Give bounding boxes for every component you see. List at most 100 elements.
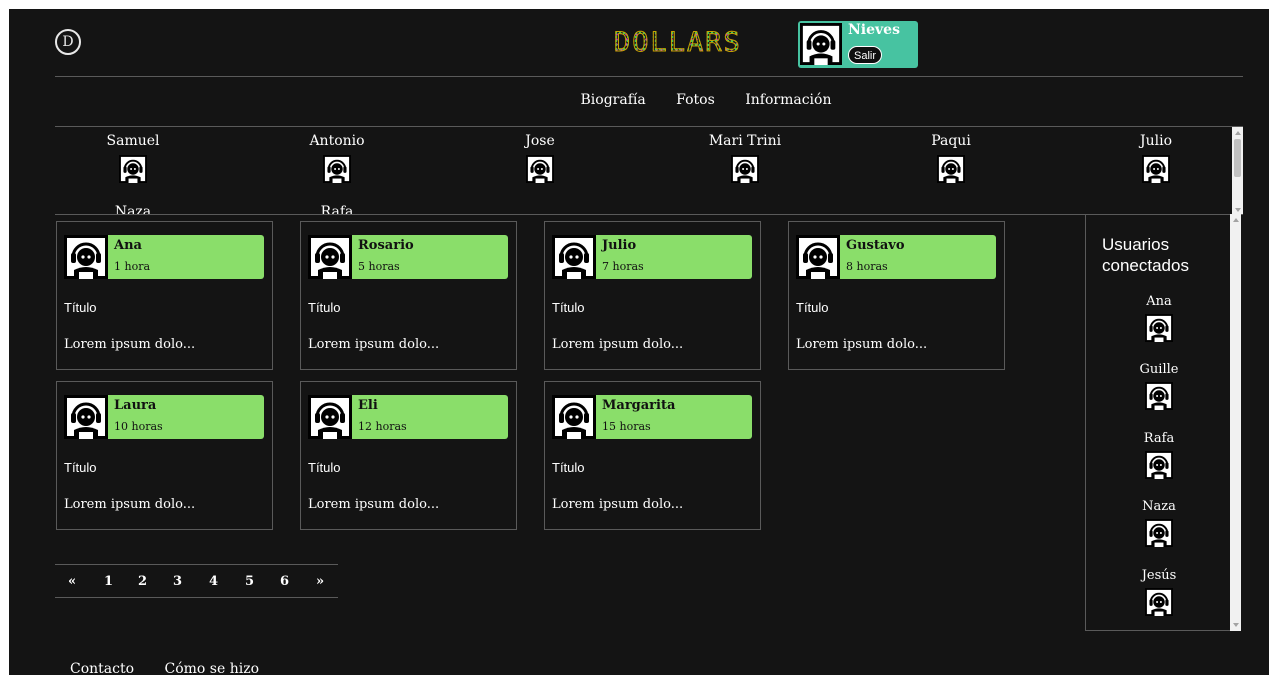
friend-name: Samuel [106, 133, 160, 149]
friend-item[interactable]: Jose [480, 133, 600, 183]
user-avatar-icon [1142, 155, 1170, 183]
online-user[interactable]: Guille [1136, 362, 1182, 410]
friend-item[interactable]: Naza [73, 204, 193, 215]
post-excerpt: Lorem ipsum dolo... [796, 337, 928, 352]
post-author[interactable]: Rosario [358, 238, 414, 253]
user-avatar-icon [1145, 451, 1173, 479]
post-excerpt: Lorem ipsum dolo... [64, 497, 196, 512]
post-card[interactable]: Rosario 5 horas Título Lorem ipsum dolo.… [300, 221, 517, 370]
post-title: Título [308, 300, 341, 315]
post-author[interactable]: Gustavo [846, 238, 905, 253]
scroll-down-icon[interactable] [1233, 623, 1239, 627]
friend-name: Mari Trini [708, 133, 782, 149]
user-avatar-icon [119, 155, 147, 183]
user-avatar-icon [526, 155, 554, 183]
scroll-up-icon[interactable] [1235, 131, 1241, 135]
current-user-name: Nieves [848, 22, 900, 38]
brand-title: DOLLARS [614, 27, 742, 59]
post-excerpt: Lorem ipsum dolo... [64, 337, 196, 352]
user-avatar-icon [323, 155, 351, 183]
user-avatar-icon [1145, 588, 1173, 616]
footer-link-contacto[interactable]: Contacto [70, 661, 134, 675]
page-prev[interactable]: « [68, 574, 76, 589]
dollars-logo-icon[interactable]: D [55, 29, 81, 55]
friend-name: Julio [1139, 133, 1172, 149]
user-avatar-icon [308, 395, 352, 439]
page-link[interactable]: 5 [245, 574, 254, 589]
footer-link-como-se-hizo[interactable]: Cómo se hizo [164, 661, 259, 675]
friend-item[interactable]: Mari Trini [685, 133, 805, 183]
friend-name: Jose [525, 133, 555, 149]
post-excerpt: Lorem ipsum dolo... [552, 337, 684, 352]
friend-item[interactable]: Paqui [891, 133, 1011, 183]
online-title-line2: conectados [1102, 256, 1189, 275]
post-excerpt: Lorem ipsum dolo... [308, 497, 440, 512]
friend-name: Naza [114, 204, 152, 215]
post-author[interactable]: Margarita [602, 398, 675, 413]
post-header: Ana 1 hora [64, 235, 264, 279]
post-header: Rosario 5 horas [308, 235, 508, 279]
online-user[interactable]: Naza [1136, 499, 1182, 547]
profile-tabs: Biografía Fotos Información [9, 92, 1269, 108]
online-user[interactable]: Jesús [1136, 568, 1182, 616]
page-link[interactable]: 1 [104, 574, 113, 589]
post-author[interactable]: Julio [602, 238, 636, 253]
page-link[interactable]: 6 [280, 574, 289, 589]
post-card[interactable]: Eli 12 horas Título Lorem ipsum dolo... [300, 381, 517, 530]
friend-item[interactable]: Rafa [277, 204, 397, 215]
app-frame: D DOLLARS Nieves Salir Biografía Fotos I… [9, 9, 1269, 675]
post-card[interactable]: Julio 7 horas Título Lorem ipsum dolo... [544, 221, 761, 370]
post-title: Título [64, 300, 97, 315]
post-author[interactable]: Laura [114, 398, 156, 413]
friend-name: Rafa [320, 204, 354, 215]
post-author[interactable]: Ana [114, 238, 142, 253]
post-time: 7 horas [602, 260, 644, 273]
user-avatar-icon [64, 235, 108, 279]
online-user-name: Naza [1142, 499, 1176, 514]
user-avatar-icon [1145, 519, 1173, 547]
page-link[interactable]: 3 [173, 574, 182, 589]
friend-name: Antonio [309, 133, 365, 149]
scroll-up-icon[interactable] [1233, 218, 1239, 222]
friend-item[interactable]: Antonio [277, 133, 397, 183]
post-header: Eli 12 horas [308, 395, 508, 439]
friend-item[interactable]: Julio [1096, 133, 1216, 183]
friend-item[interactable]: Samuel [73, 133, 193, 183]
post-author[interactable]: Eli [358, 398, 378, 413]
post-excerpt: Lorem ipsum dolo... [552, 497, 684, 512]
page-next[interactable]: » [316, 574, 324, 589]
post-time: 5 horas [358, 260, 400, 273]
post-header: Gustavo 8 horas [796, 235, 996, 279]
post-card[interactable]: Margarita 15 horas Título Lorem ipsum do… [544, 381, 761, 530]
user-avatar-icon [308, 235, 352, 279]
post-time: 10 horas [114, 420, 163, 433]
online-users-scrollbar[interactable] [1230, 214, 1241, 631]
post-time: 8 horas [846, 260, 888, 273]
post-time: 15 horas [602, 420, 651, 433]
tab-informacion[interactable]: Información [745, 92, 831, 108]
post-time: 12 horas [358, 420, 407, 433]
logout-button[interactable]: Salir [848, 46, 883, 64]
post-title: Título [552, 460, 585, 475]
user-avatar-icon [800, 23, 842, 65]
online-user[interactable]: Ana [1136, 294, 1182, 342]
user-avatar-icon [64, 395, 108, 439]
post-title: Título [796, 300, 829, 315]
user-avatar-icon [796, 235, 840, 279]
user-avatar-icon [552, 235, 596, 279]
post-card[interactable]: Gustavo 8 horas Título Lorem ipsum dolo.… [788, 221, 1005, 370]
scroll-thumb[interactable] [1234, 139, 1241, 177]
page-link[interactable]: 2 [138, 574, 147, 589]
post-excerpt: Lorem ipsum dolo... [308, 337, 440, 352]
scroll-down-icon[interactable] [1235, 208, 1241, 212]
current-user-box: Nieves Salir [798, 21, 918, 68]
tab-biografia[interactable]: Biografía [581, 92, 646, 108]
online-user[interactable]: Rafa [1136, 431, 1182, 479]
page-link[interactable]: 4 [209, 574, 218, 589]
post-title: Título [308, 460, 341, 475]
tab-fotos[interactable]: Fotos [676, 92, 715, 108]
post-card[interactable]: Laura 10 horas Título Lorem ipsum dolo..… [56, 381, 273, 530]
post-header: Margarita 15 horas [552, 395, 752, 439]
friends-scrollbar[interactable] [1232, 127, 1243, 214]
post-card[interactable]: Ana 1 hora Título Lorem ipsum dolo... [56, 221, 273, 370]
